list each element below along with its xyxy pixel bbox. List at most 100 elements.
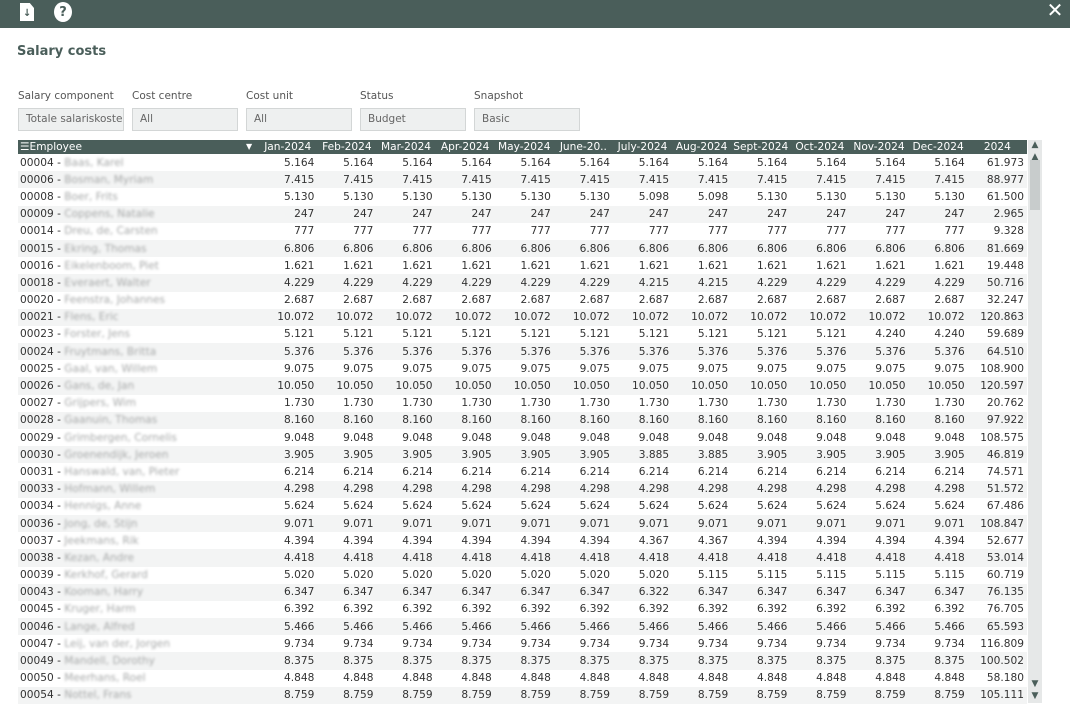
employee-id: 00054 - bbox=[20, 689, 65, 702]
column-header-employee[interactable]: ☰Employee ▼ bbox=[18, 140, 259, 154]
table-row[interactable]: 00006 - Bosman, Myriam 7.415 7.415 7.415 7.4… bbox=[18, 171, 1027, 189]
column-header-month[interactable]: 2024 bbox=[967, 140, 1027, 154]
year-total-cell: 74.571 bbox=[986, 465, 1024, 478]
table-row[interactable]: 00008 - Boer, Frits 5.130 5.130 5.130 5.130 5… bbox=[18, 188, 1027, 205]
employee-name: Bosman, Myriam bbox=[64, 173, 154, 186]
table-row[interactable]: 00020 - Feenstra, Johannes 2.687 2.687 2.68… bbox=[18, 292, 1027, 309]
table-row[interactable]: 00024 - Fruytmans, Britta 5.376 5.376 5.376… bbox=[18, 343, 1027, 361]
scroll-down-icon[interactable]: ▼ bbox=[1028, 691, 1042, 701]
month-value-cell: 5.376 bbox=[790, 343, 850, 361]
table-row[interactable]: 00028 - Gaanuin, Thomas 8.160 8.160 8.160 8.… bbox=[18, 411, 1027, 429]
table-row[interactable]: 00027 - Grijpers, Wim 1.730 1.730 1.730 1.73… bbox=[18, 395, 1027, 412]
caret-down-icon[interactable]: ▼ bbox=[246, 140, 252, 154]
employee-name: Jeekmans, Rik bbox=[64, 534, 139, 547]
table-row[interactable]: 00050 - Meerhans, Roel 4.848 4.848 4.848 4.8… bbox=[18, 670, 1027, 687]
table-row[interactable]: 00046 - Lange, Alfred 5.466 5.466 5.466 5.46… bbox=[18, 618, 1027, 636]
month-value-cell: 1.621 bbox=[756, 259, 788, 272]
table-row[interactable]: 00045 - Kruger, Harm 6.392 6.392 6.392 6.392… bbox=[18, 601, 1027, 618]
employee-name: Flens, Eric bbox=[64, 311, 119, 324]
column-header-month[interactable]: May-2024 bbox=[494, 140, 554, 154]
column-header-month[interactable]: Jan-2024 bbox=[258, 140, 318, 154]
month-value-cell: 5.376 bbox=[494, 343, 554, 361]
employee-cell: 00054 - Nottel, Frans bbox=[18, 686, 259, 704]
year-total-cell: 60.719 bbox=[986, 569, 1024, 582]
table-row[interactable]: 00014 - Dreu, de, Carsten 777 777 777 777 777… bbox=[18, 223, 1027, 240]
table-row[interactable]: 00031 - Hanswald, van, Pieter 6.214 6.214 6… bbox=[18, 463, 1027, 480]
cost-unit-select[interactable]: All bbox=[246, 108, 352, 131]
table-row[interactable]: 00025 - Gaal, van, Willem 9.075 9.075 9.075… bbox=[18, 360, 1027, 377]
scrollbar-thumb[interactable] bbox=[1030, 160, 1040, 210]
table-row[interactable]: 00054 - Nottel, Frans 8.759 8.759 8.759 8.75… bbox=[18, 686, 1027, 704]
month-value-cell: 7.415 bbox=[435, 171, 495, 189]
help-icon[interactable]: ? bbox=[54, 2, 72, 22]
scroll-up-icon[interactable]: ▲ bbox=[1028, 140, 1042, 150]
month-value-cell: 5.130 bbox=[756, 190, 788, 203]
month-value-cell: 4.394 bbox=[402, 534, 433, 547]
menu-icon[interactable]: ☰ bbox=[20, 141, 30, 153]
table-row[interactable]: 00037 - Jeekmans, Rik 4.394 4.394 4.394 4.39… bbox=[18, 532, 1027, 549]
employee-id: 00049 - bbox=[20, 655, 65, 668]
month-value-cell: 4.298 bbox=[908, 480, 968, 498]
employee-cell: 00008 - Boer, Frits bbox=[18, 188, 258, 205]
table-row[interactable]: 00021 - Flens, Eric 10.072 10.072 10.072 10.… bbox=[18, 308, 1027, 326]
month-value-cell: 7.415 bbox=[790, 171, 850, 189]
column-header-month[interactable]: Dec-2024 bbox=[908, 140, 968, 154]
month-value-cell: 4.394 bbox=[343, 534, 374, 547]
month-value-cell: 6.806 bbox=[672, 239, 732, 258]
close-icon[interactable]: ✕ bbox=[1044, 0, 1066, 22]
column-header-month[interactable]: Nov-2024 bbox=[849, 140, 909, 154]
employee-id: 00021 - bbox=[20, 311, 65, 324]
column-header-month[interactable]: Aug-2024 bbox=[672, 140, 732, 154]
table-row[interactable]: 00039 - Kerkhof, Gerard 5.020 5.020 5.020 5.… bbox=[18, 567, 1027, 584]
month-value-cell: 5.624 bbox=[402, 500, 433, 513]
snapshot-select[interactable]: Basic bbox=[474, 108, 580, 131]
scroll-down-icon[interactable]: ▼ bbox=[1028, 679, 1042, 689]
employee-id: 00038 - bbox=[20, 551, 65, 564]
table-row[interactable]: 00043 - Kooman, Harry 6.347 6.347 6.347 6.34… bbox=[18, 583, 1027, 601]
employee-id: 00004 - bbox=[20, 156, 65, 169]
table-row[interactable]: 00009 - Coppens, Natalie 247 247 247 247 247 2… bbox=[18, 205, 1027, 223]
column-header-month[interactable]: June-20.. bbox=[553, 140, 613, 154]
month-value-cell: 9.048 bbox=[875, 431, 906, 444]
table-row[interactable]: 00015 - Ekring, Thomas 6.806 6.806 6.806 6.8… bbox=[18, 239, 1027, 258]
cost-centre-select[interactable]: All bbox=[132, 108, 238, 131]
vertical-scrollbar[interactable]: ▲ ▲ ▼ ▼ bbox=[1028, 140, 1042, 703]
table-row[interactable]: 00038 - Kezan, Andre 4.418 4.418 4.418 4.418… bbox=[18, 549, 1027, 567]
month-value-cell: 8.375 bbox=[435, 652, 495, 670]
employee-cell: 00047 - Leij, van der, Jorgen bbox=[18, 635, 258, 652]
table-row[interactable]: 00018 - Everaert, Walter 4.229 4.229 4.229 4… bbox=[18, 274, 1027, 292]
month-value-cell: 1.730 bbox=[520, 397, 551, 410]
column-header-month[interactable]: Oct-2024 bbox=[790, 140, 850, 154]
page-title: Salary costs bbox=[17, 44, 107, 59]
column-header-month[interactable]: Sept-2024 bbox=[731, 140, 791, 154]
table-row[interactable]: 00029 - Grimbergen, Cornelis 9.048 9.048 9.… bbox=[18, 429, 1027, 446]
table-row[interactable]: 00034 - Hennigs, Anne 5.624 5.624 5.624 5.62… bbox=[18, 498, 1027, 515]
month-value-cell: 6.347 bbox=[376, 583, 436, 601]
table-row[interactable]: 00016 - Eikelenboom, Piet 1.621 1.621 1.621… bbox=[18, 257, 1027, 274]
month-value-cell: 9.071 bbox=[435, 514, 495, 533]
status-select[interactable]: Budget bbox=[360, 108, 466, 131]
table-row[interactable]: 00023 - Forster, Jens 5.121 5.121 5.121 5.12… bbox=[18, 326, 1027, 343]
document-download-icon[interactable]: ↓ bbox=[18, 2, 36, 22]
table-row[interactable]: 00036 - Jong, de, Stijn 9.071 9.071 9.071 9.… bbox=[18, 514, 1027, 533]
month-value-cell: 5.376 bbox=[376, 343, 436, 361]
employee-id: 00020 - bbox=[20, 294, 65, 307]
column-header-month[interactable]: Mar-2024 bbox=[376, 140, 436, 154]
filter-salary-component: Salary component Totale salariskoste bbox=[18, 89, 124, 131]
month-value-cell: 8.160 bbox=[376, 411, 436, 429]
salary-component-select[interactable]: Totale salariskoste bbox=[18, 108, 124, 131]
table-row[interactable]: 00026 - Gans, de, Jan 10.050 10.050 10.050 1… bbox=[18, 377, 1027, 395]
table-row[interactable]: 00004 - Baas, Karel 5.164 5.164 5.164 5.164 5… bbox=[18, 154, 1027, 171]
employee-name: Jong, de, Stijn bbox=[64, 517, 138, 530]
column-header-month[interactable]: Apr-2024 bbox=[435, 140, 495, 154]
month-value-cell: 4.848 bbox=[816, 672, 847, 685]
table-row[interactable]: 00049 - Mandell, Dorothy 8.375 8.375 8.375 8… bbox=[18, 652, 1027, 670]
column-header-month[interactable]: July-2024 bbox=[612, 140, 673, 154]
table-row[interactable]: 00030 - Groenendijk, Jeroen 3.905 3.905 3.9… bbox=[18, 446, 1027, 464]
month-value-cell: 5.130 bbox=[579, 190, 610, 203]
column-header-month[interactable]: Feb-2024 bbox=[317, 140, 377, 154]
table-row[interactable]: 00047 - Leij, van der, Jorgen 9.734 9.734 9… bbox=[18, 635, 1027, 652]
month-value-cell: 5.376 bbox=[908, 343, 968, 361]
month-value-cell: 5.624 bbox=[343, 500, 374, 513]
table-row[interactable]: 00033 - Hofmann, Willem 4.298 4.298 4.298 4.… bbox=[18, 480, 1027, 498]
